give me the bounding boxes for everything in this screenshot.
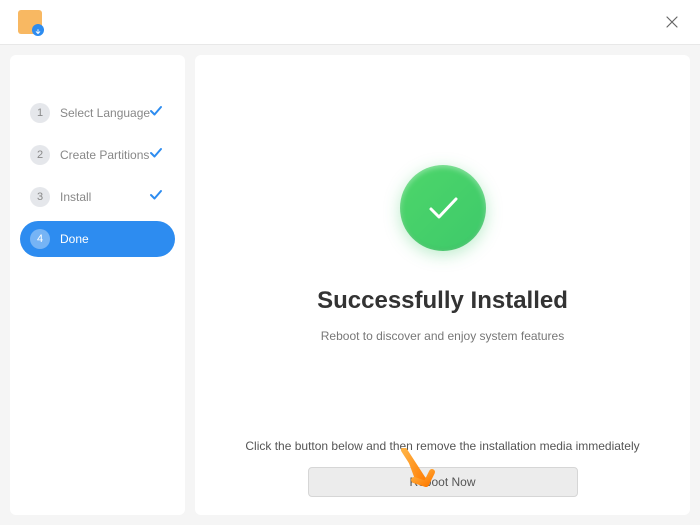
installer-logo-icon: [18, 10, 42, 34]
step-label: Install: [60, 190, 91, 204]
success-icon: [400, 165, 486, 251]
sidebar-step-select-language: 1 Select Language: [20, 95, 175, 131]
reboot-hint: Click the button below and then remove t…: [245, 439, 639, 453]
check-icon: [149, 188, 163, 207]
success-title: Successfully Installed: [317, 287, 568, 315]
bottom-area: Click the button below and then remove t…: [195, 439, 690, 497]
check-icon: [149, 146, 163, 165]
main: 1 Select Language 2 Create Partitions 3 …: [0, 45, 700, 525]
content-panel: Successfully Installed Reboot to discove…: [195, 55, 690, 515]
header: [0, 0, 700, 45]
close-button[interactable]: [662, 12, 682, 32]
sidebar-step-done: 4 Done: [20, 221, 175, 257]
sidebar-step-create-partitions: 2 Create Partitions: [20, 137, 175, 173]
sidebar-step-install: 3 Install: [20, 179, 175, 215]
step-label: Done: [60, 232, 89, 246]
sidebar: 1 Select Language 2 Create Partitions 3 …: [10, 55, 185, 515]
check-icon: [149, 104, 163, 123]
step-label: Select Language: [60, 106, 150, 120]
step-number: 4: [30, 229, 50, 249]
step-number: 1: [30, 103, 50, 123]
step-number: 2: [30, 145, 50, 165]
close-icon: [666, 16, 678, 28]
step-number: 3: [30, 187, 50, 207]
step-label: Create Partitions: [60, 148, 149, 162]
success-subtitle: Reboot to discover and enjoy system feat…: [321, 329, 564, 343]
reboot-button[interactable]: Reboot Now: [308, 467, 578, 497]
